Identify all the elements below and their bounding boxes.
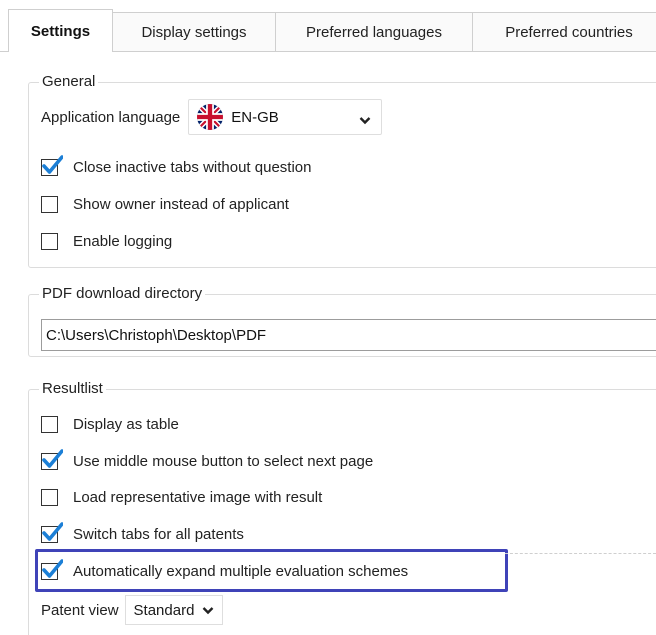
tab-strip: Settings Display settings Preferred lang…	[0, 0, 656, 53]
pdf-directory-path: C:\Users\Christoph\Desktop\PDF	[46, 326, 267, 344]
dashed-separator	[505, 553, 656, 554]
tab-settings[interactable]: Settings	[8, 9, 113, 53]
enable-logging-row[interactable]: Enable logging	[41, 233, 172, 250]
highlight-box	[35, 549, 508, 592]
chevron-down-icon	[202, 606, 214, 615]
tab-display-settings[interactable]: Display settings	[112, 12, 276, 52]
chevron-down-icon	[359, 112, 371, 129]
app-language-select[interactable]: EN-GB	[188, 99, 383, 135]
middle-mouse-checkbox[interactable]	[41, 449, 63, 470]
display-as-table-checkbox[interactable]	[41, 416, 58, 433]
general-legend: General	[39, 72, 99, 92]
tab-label: Preferred countries	[505, 24, 633, 41]
display-as-table-label: Display as table	[73, 416, 179, 433]
middle-mouse-row[interactable]: Use middle mouse button to select next p…	[41, 449, 374, 470]
pdf-directory-group: PDF download directory C:\Users\Christop…	[28, 284, 656, 357]
app-language-label: Application language	[41, 108, 181, 126]
pdf-directory-legend: PDF download directory	[39, 284, 206, 304]
tab-label: Display settings	[141, 24, 247, 41]
tab-preferred-countries[interactable]: Preferred countries	[472, 12, 656, 52]
patent-view-value: Standard	[133, 601, 195, 619]
show-owner-label: Show owner instead of applicant	[73, 196, 289, 213]
enable-logging-label: Enable logging	[73, 233, 173, 250]
close-inactive-tabs-checkbox[interactable]	[41, 155, 63, 176]
show-owner-row[interactable]: Show owner instead of applicant	[41, 196, 289, 213]
uk-flag-icon	[197, 104, 224, 130]
pdf-directory-input[interactable]: C:\Users\Christoph\Desktop\PDF	[41, 319, 656, 351]
app-language-value: EN-GB	[231, 108, 279, 126]
close-inactive-tabs-row[interactable]: Close inactive tabs without question	[41, 155, 312, 176]
show-owner-checkbox[interactable]	[41, 196, 58, 213]
load-image-checkbox[interactable]	[41, 489, 58, 506]
enable-logging-checkbox[interactable]	[41, 233, 58, 250]
switch-tabs-checkbox[interactable]	[41, 522, 63, 543]
tab-label: Preferred languages	[306, 24, 442, 41]
close-inactive-tabs-label: Close inactive tabs without question	[73, 159, 312, 176]
resultlist-legend: Resultlist	[39, 379, 106, 399]
middle-mouse-label: Use middle mouse button to select next p…	[73, 453, 374, 470]
display-as-table-row[interactable]: Display as table	[41, 416, 179, 433]
load-image-label: Load representative image with result	[73, 489, 323, 506]
patent-view-select[interactable]: Standard	[124, 595, 224, 625]
app-language-row: Application language EN-GB	[41, 99, 383, 135]
resultlist-group: Resultlist Display as table Use middle m…	[28, 379, 656, 635]
switch-tabs-row[interactable]: Switch tabs for all patents	[41, 522, 244, 543]
load-image-row[interactable]: Load representative image with result	[41, 489, 322, 506]
tab-preferred-languages[interactable]: Preferred languages	[275, 12, 473, 52]
settings-dialog: Settings Display settings Preferred lang…	[0, 0, 656, 635]
general-group: General Application language EN-GB Close…	[28, 72, 656, 268]
tab-label: Settings	[30, 22, 91, 40]
patent-view-row: Patent view Standard	[41, 595, 224, 625]
patent-view-label: Patent view	[41, 601, 119, 619]
switch-tabs-label: Switch tabs for all patents	[73, 526, 244, 543]
